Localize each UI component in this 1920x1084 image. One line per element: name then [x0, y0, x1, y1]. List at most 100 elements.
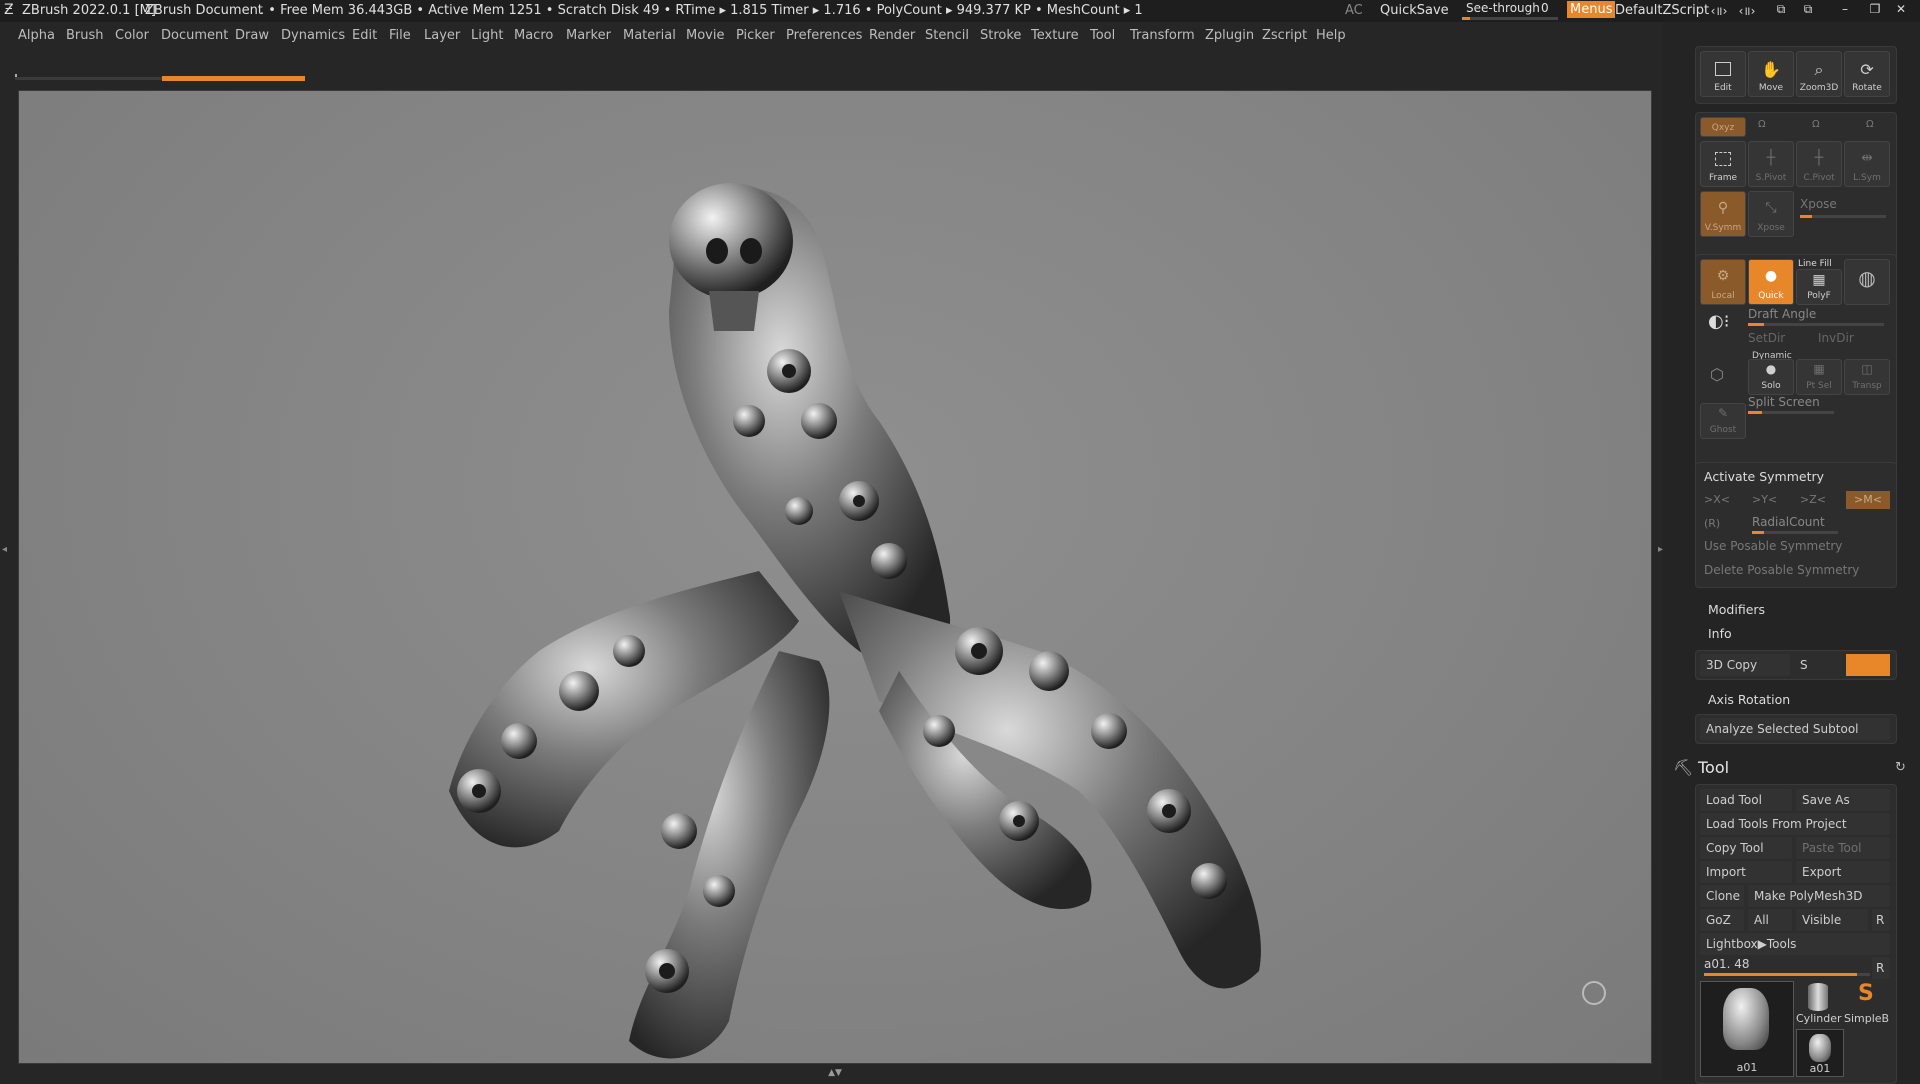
xpose-slider[interactable]: [1800, 215, 1886, 218]
menu-layer[interactable]: Layer: [424, 28, 460, 43]
menu-edit[interactable]: Edit: [352, 28, 377, 43]
sym-x-button[interactable]: >X<: [1704, 493, 1730, 506]
load-tools-from-project-button[interactable]: Load Tools From Project: [1700, 813, 1890, 835]
menu-draw[interactable]: Draw: [235, 28, 269, 43]
bottom-tray-handle[interactable]: ▲▼: [770, 1069, 900, 1078]
layout-alt-icon[interactable]: ⧉: [1797, 2, 1819, 20]
quick-button[interactable]: ● Quick: [1748, 259, 1794, 305]
clone-button[interactable]: Clone: [1700, 885, 1744, 907]
seethrough-label[interactable]: See-through: [1466, 1, 1540, 15]
copy3d-button[interactable]: 3D Copy: [1700, 654, 1790, 676]
menu-alpha[interactable]: Alpha: [18, 28, 55, 43]
modifiers-section[interactable]: Modifiers: [1708, 602, 1765, 617]
xpose-button[interactable]: ⤡ Xpose: [1748, 191, 1794, 237]
split-screen-slider[interactable]: [1748, 411, 1834, 414]
move-button[interactable]: ✋ Move: [1748, 51, 1794, 97]
delete-posable-symmetry-button[interactable]: Delete Posable Symmetry: [1704, 563, 1859, 577]
analyze-subtool-button[interactable]: Analyze Selected Subtool: [1700, 718, 1890, 740]
sym-y-button[interactable]: >Y<: [1752, 493, 1777, 506]
minimize-icon[interactable]: –: [1834, 2, 1856, 20]
menu-marker[interactable]: Marker: [566, 28, 611, 43]
menu-zplugin[interactable]: Zplugin: [1205, 28, 1254, 43]
menu-macro[interactable]: Macro: [514, 28, 553, 43]
menu-stencil[interactable]: Stencil: [925, 28, 969, 43]
local-button[interactable]: ⚙ Local: [1700, 259, 1746, 305]
copy3d-value-slider[interactable]: [1846, 654, 1890, 676]
axis-rotation-section[interactable]: Axis Rotation: [1708, 692, 1790, 707]
spivot-button[interactable]: ┼ S.Pivot: [1748, 141, 1794, 187]
tool-reset-icon[interactable]: ↻: [1895, 760, 1906, 775]
activate-symmetry-button[interactable]: Activate Symmetry: [1704, 469, 1824, 484]
menu-dynamics[interactable]: Dynamics: [281, 28, 345, 43]
menu-color[interactable]: Color: [115, 28, 149, 43]
save-as-button[interactable]: Save As: [1796, 789, 1890, 811]
make-polymesh3d-button[interactable]: Make PolyMesh3D: [1748, 885, 1890, 907]
dock-right-icon[interactable]: ‹॥›: [1736, 2, 1758, 20]
tool-pin-icon[interactable]: ⛏: [1673, 758, 1693, 777]
goz-visible-button[interactable]: Visible: [1796, 909, 1868, 931]
restore-icon[interactable]: ❐: [1864, 2, 1886, 20]
symmetry-z-icon[interactable]: Ω: [1812, 119, 1820, 130]
current-tool-slider[interactable]: [1704, 973, 1870, 976]
menu-render[interactable]: Render: [869, 28, 915, 43]
contrast-toggle-icon[interactable]: ◐⁝: [1708, 311, 1729, 332]
floor-target-icon[interactable]: [1582, 981, 1606, 1005]
draft-angle-slider[interactable]: [1748, 323, 1884, 326]
menu-movie[interactable]: Movie: [686, 28, 724, 43]
menu-file[interactable]: File: [389, 28, 411, 43]
menu-document[interactable]: Document: [161, 28, 228, 43]
menu-picker[interactable]: Picker: [736, 28, 775, 43]
lightbox-tools-button[interactable]: Lightbox▶Tools: [1700, 933, 1890, 955]
setdir-button[interactable]: SetDir: [1748, 331, 1785, 345]
tool-thumb-a01-large[interactable]: a01: [1700, 981, 1794, 1077]
dock-left-icon[interactable]: ‹॥›: [1708, 2, 1730, 20]
menu-texture[interactable]: Texture: [1031, 28, 1079, 43]
goz-r-button[interactable]: R: [1872, 909, 1890, 931]
frame-button[interactable]: Frame: [1700, 141, 1746, 187]
menu-zscript[interactable]: Zscript: [1262, 28, 1307, 43]
close-icon[interactable]: ✕: [1890, 2, 1912, 20]
vsym-button[interactable]: ⚲ V.Symm: [1700, 191, 1746, 237]
menu-stroke[interactable]: Stroke: [980, 28, 1021, 43]
import-button[interactable]: Import: [1700, 861, 1792, 883]
symmetry-m-icon[interactable]: Ω: [1866, 119, 1874, 130]
rotate-button[interactable]: ⟳ Rotate: [1844, 51, 1890, 97]
sym-z-button[interactable]: >Z<: [1800, 493, 1826, 506]
goz-all-button[interactable]: All: [1748, 909, 1792, 931]
info-section[interactable]: Info: [1708, 626, 1732, 641]
quicksave-button[interactable]: QuickSave: [1380, 3, 1449, 18]
menu-help[interactable]: Help: [1316, 28, 1346, 43]
sym-radial-button[interactable]: (R): [1704, 517, 1720, 530]
cpivot-button[interactable]: ┼ C.Pivot: [1796, 141, 1842, 187]
tool-thumb-a01-small[interactable]: a01: [1796, 1029, 1844, 1077]
load-tool-button[interactable]: Load Tool: [1700, 789, 1792, 811]
zoom3d-button[interactable]: ⌕ Zoom3D: [1796, 51, 1842, 97]
paste-tool-button[interactable]: Paste Tool: [1796, 837, 1890, 859]
menu-brush[interactable]: Brush: [66, 28, 104, 43]
lsym-button[interactable]: ⇹ L.Sym: [1844, 141, 1890, 187]
ptsel-button[interactable]: ▦ Pt Sel: [1796, 359, 1842, 395]
menu-preferences[interactable]: Preferences: [786, 28, 862, 43]
menus-button[interactable]: Menus: [1567, 1, 1616, 18]
copy-tool-button[interactable]: Copy Tool: [1700, 837, 1792, 859]
sym-m-button[interactable]: >M<: [1846, 491, 1890, 509]
tool-thumb-cylinder[interactable]: Cylinder: [1796, 981, 1842, 1025]
polyf-button[interactable]: ▦ PolyF: [1796, 269, 1842, 305]
seethrough-slider[interactable]: [1462, 17, 1558, 20]
ghost-button[interactable]: ✎ Ghost: [1700, 403, 1746, 439]
menu-tool[interactable]: Tool: [1090, 28, 1115, 43]
tool-palette-title[interactable]: Tool: [1698, 758, 1729, 777]
left-tray-handle[interactable]: ◂: [2, 490, 10, 610]
default-zscript-button[interactable]: DefaultZScript: [1615, 3, 1709, 18]
tool-thumb-simpleb[interactable]: S SimpleB: [1844, 981, 1890, 1025]
menu-light[interactable]: Light: [471, 28, 503, 43]
menu-material[interactable]: Material: [623, 28, 676, 43]
transp-button[interactable]: ◫ Transp: [1844, 359, 1890, 395]
ac-label[interactable]: AC: [1345, 3, 1363, 18]
symmetry-y-icon[interactable]: Ω: [1758, 119, 1766, 130]
export-button[interactable]: Export: [1796, 861, 1890, 883]
radialcount-slider[interactable]: [1752, 531, 1838, 534]
material-sphere-button[interactable]: ◍: [1844, 259, 1890, 305]
use-posable-symmetry-button[interactable]: Use Posable Symmetry: [1704, 539, 1842, 553]
layout-icon[interactable]: ⧉: [1770, 2, 1792, 20]
